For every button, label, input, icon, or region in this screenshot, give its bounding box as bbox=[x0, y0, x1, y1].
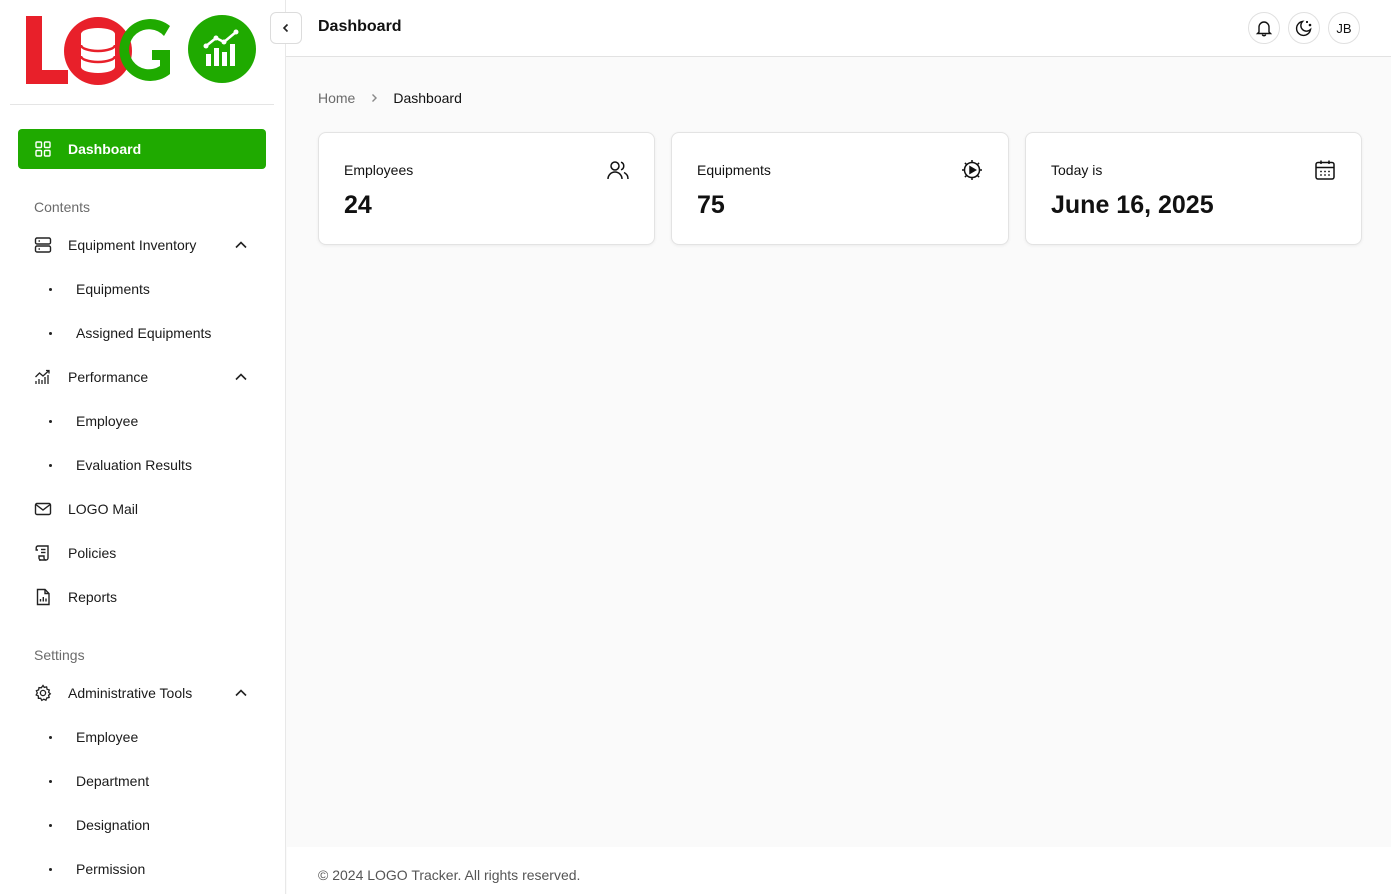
sidebar-item-label: LOGO Mail bbox=[68, 501, 139, 517]
stat-card-label: Equipments bbox=[697, 162, 771, 178]
footer: © 2024 LOGO Tracker. All rights reserved… bbox=[287, 847, 1391, 894]
breadcrumb-home-link[interactable]: Home bbox=[318, 90, 355, 106]
collapse-sidebar-button[interactable] bbox=[270, 12, 302, 44]
stat-card-value: 75 bbox=[697, 191, 725, 219]
chevron-right-icon bbox=[369, 93, 379, 103]
bullet-icon bbox=[49, 331, 52, 335]
sidebar-subitem-assigned-equipments[interactable]: Assigned Equipments bbox=[18, 315, 266, 351]
sidebar-subitem-department[interactable]: Department bbox=[18, 763, 266, 799]
sidebar-item-label: Policies bbox=[68, 545, 117, 561]
sidebar-item-equipment-inventory[interactable]: Equipment Inventory bbox=[18, 225, 266, 265]
sidebar-item-logo-mail[interactable]: LOGO Mail bbox=[18, 489, 266, 529]
mail-icon bbox=[34, 500, 52, 518]
top-bar bbox=[286, 0, 1391, 57]
sidebar-subitem-permission[interactable]: Permission bbox=[18, 851, 266, 887]
sidebar-subitem-label: Designation bbox=[76, 817, 150, 833]
sidebar-subitem-label: Permission bbox=[76, 861, 146, 877]
stat-card-label: Today is bbox=[1051, 162, 1103, 178]
stat-card-equipments: Equipments 75 bbox=[671, 132, 1009, 245]
sidebar-subitem-employee-admin[interactable]: Employee bbox=[18, 719, 266, 755]
sidebar-subitem-label: Evaluation Results bbox=[76, 457, 192, 473]
sidebar-subitem-equipments[interactable]: Equipments bbox=[18, 271, 266, 307]
gear-play-icon bbox=[962, 160, 982, 180]
bullet-icon bbox=[49, 779, 52, 783]
stat-card-value: June 16, 2025 bbox=[1051, 191, 1214, 219]
sidebar: Dashboard Contents Equipment Inventory E… bbox=[0, 0, 286, 894]
sidebar-subitem-label: Department bbox=[76, 773, 150, 789]
chevron-up-icon[interactable] bbox=[234, 238, 248, 252]
logo[interactable] bbox=[10, 0, 274, 105]
breadcrumb-current: Dashboard bbox=[393, 90, 462, 106]
sidebar-item-performance[interactable]: Performance bbox=[18, 357, 266, 397]
section-label-settings: Settings bbox=[34, 647, 85, 663]
bullet-icon bbox=[49, 735, 52, 739]
breadcrumb: Home Dashboard bbox=[318, 90, 462, 106]
sidebar-subitem-label: Employee bbox=[76, 729, 139, 745]
sidebar-item-label: Reports bbox=[68, 589, 118, 605]
stat-card-today: Today is June 16, 2025 bbox=[1025, 132, 1362, 245]
bullet-icon bbox=[49, 823, 52, 827]
stat-card-label: Employees bbox=[344, 162, 414, 178]
logo-database-chart-icon bbox=[26, 15, 256, 85]
theme-moon-icon bbox=[1295, 20, 1312, 37]
grid-icon bbox=[34, 140, 52, 158]
server-icon bbox=[34, 236, 52, 254]
sidebar-item-label: Performance bbox=[68, 369, 149, 385]
avatar[interactable]: JB bbox=[1328, 12, 1360, 44]
calendar-icon bbox=[1315, 160, 1335, 180]
sidebar-subitem-label: Assigned Equipments bbox=[76, 325, 212, 341]
page-title: Dashboard bbox=[318, 18, 402, 35]
stat-card-value: 24 bbox=[344, 191, 372, 219]
sidebar-item-reports[interactable]: Reports bbox=[18, 577, 266, 617]
bullet-icon bbox=[49, 463, 52, 467]
scroll-icon bbox=[34, 544, 52, 562]
notifications-button[interactable] bbox=[1248, 12, 1280, 44]
sidebar-item-label: Dashboard bbox=[68, 141, 142, 157]
users-icon bbox=[607, 161, 629, 180]
chart-trend-icon bbox=[34, 368, 52, 386]
stat-card-employees: Employees 24 bbox=[318, 132, 655, 245]
gear-icon bbox=[34, 684, 52, 702]
sidebar-item-label: Equipment Inventory bbox=[68, 237, 197, 253]
bullet-icon bbox=[49, 287, 52, 291]
sidebar-item-administrative-tools[interactable]: Administrative Tools bbox=[18, 673, 266, 713]
sidebar-item-dashboard[interactable]: Dashboard bbox=[18, 129, 266, 169]
chevron-left-icon bbox=[282, 23, 289, 33]
section-label-contents: Contents bbox=[34, 199, 91, 215]
sidebar-item-label: Administrative Tools bbox=[68, 685, 193, 701]
bullet-icon bbox=[49, 419, 52, 423]
file-chart-icon bbox=[34, 588, 52, 606]
bullet-icon bbox=[49, 867, 52, 871]
sidebar-subitem-evaluation-results[interactable]: Evaluation Results bbox=[18, 447, 266, 483]
sidebar-subitem-designation[interactable]: Designation bbox=[18, 807, 266, 843]
chevron-up-icon[interactable] bbox=[234, 370, 248, 384]
sidebar-subitem-label: Employee bbox=[76, 413, 139, 429]
sidebar-subitem-label: Equipments bbox=[76, 281, 150, 297]
sidebar-item-policies[interactable]: Policies bbox=[18, 533, 266, 573]
footer-copyright: © 2024 LOGO Tracker. All rights reserved… bbox=[318, 867, 581, 883]
theme-toggle-button[interactable] bbox=[1288, 12, 1320, 44]
sidebar-subitem-employee[interactable]: Employee bbox=[18, 403, 266, 439]
chevron-up-icon[interactable] bbox=[234, 686, 248, 700]
bell-icon bbox=[1255, 21, 1273, 37]
